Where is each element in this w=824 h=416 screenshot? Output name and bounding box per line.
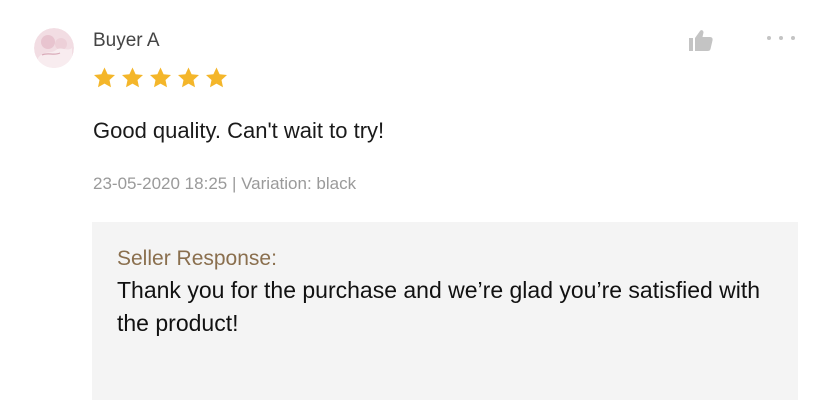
star-icon xyxy=(178,67,199,88)
review-text: Good quality. Can't wait to try! xyxy=(93,118,385,143)
review-date: 23-05-2020 18:25 xyxy=(93,174,228,193)
review-meta: 23-05-2020 18:25 | Variation: black xyxy=(93,174,356,194)
star-icon xyxy=(94,67,115,88)
star-rating xyxy=(92,66,229,90)
thumbs-up-icon[interactable] xyxy=(688,28,714,52)
review-variation: Variation: black xyxy=(241,174,357,193)
star-icon xyxy=(150,67,171,88)
more-options-icon[interactable] xyxy=(764,28,798,48)
seller-response-box: Seller Response: Thank you for the purch… xyxy=(92,222,798,400)
buyer-name: Buyer A xyxy=(93,30,160,51)
meta-separator: | xyxy=(227,174,242,193)
star-icon xyxy=(122,67,143,88)
seller-response-text: Thank you for the purchase and we’re gla… xyxy=(117,277,761,336)
star-icon xyxy=(206,67,227,88)
seller-response-label: Seller Response: xyxy=(117,247,277,270)
avatar[interactable] xyxy=(34,28,74,68)
